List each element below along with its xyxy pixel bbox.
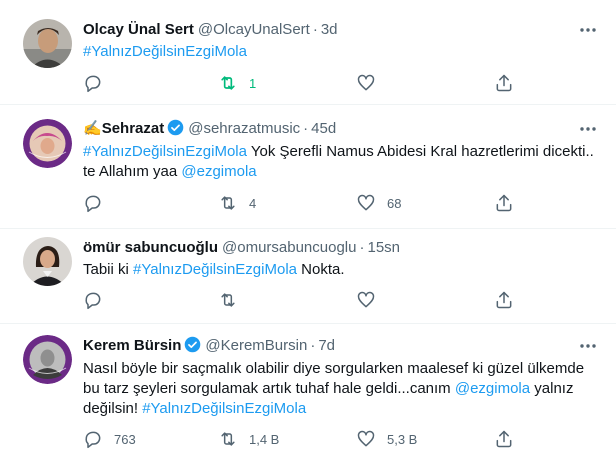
separator-dot: · [312, 21, 318, 38]
share-icon [496, 74, 512, 92]
author-name[interactable]: ömür sabuncuoğlu [83, 239, 218, 256]
hashtag-link[interactable]: #YalnızDeğilsinEzgiMola [133, 261, 297, 278]
separator-dot: · [310, 337, 316, 354]
share-button[interactable] [494, 73, 514, 93]
tweet-header: Kerem Bürsin @KeremBursin · 7d [83, 336, 335, 356]
hashtag-link[interactable]: #YalnızDeğilsinEzgiMola [83, 43, 247, 60]
retweet-icon [221, 432, 235, 446]
like-count: 5,3 B [387, 431, 418, 447]
reply-button[interactable] [83, 73, 114, 93]
like-count: 68 [387, 195, 402, 211]
like-button[interactable] [356, 290, 387, 310]
tweet-text: #YalnızDeğilsinEzgiMola [83, 42, 603, 62]
retweet-count: 4 [249, 195, 257, 211]
author-name[interactable]: Olcay Ünal Sert [83, 21, 194, 38]
verified-badge-icon [167, 119, 184, 142]
writing-hand-emoji: ✍️ [83, 120, 102, 137]
tweet-actions: 1 [83, 73, 543, 93]
author-handle[interactable]: @KeremBursin [205, 337, 307, 354]
tweet-time[interactable]: 45d [311, 120, 336, 137]
retweet-button[interactable]: 1,4 B [218, 429, 279, 449]
reply-icon [85, 195, 101, 213]
tweet[interactable]: ömür sabuncuoğlu @omursabuncuoglu · 15sn Ta… [0, 229, 616, 324]
share-button[interactable] [494, 429, 514, 449]
tweet-header: ömür sabuncuoğlu @omursabuncuoglu · 15sn [83, 238, 400, 258]
retweet-icon [221, 76, 235, 90]
avatar[interactable] [23, 119, 72, 168]
retweet-button[interactable]: 1 [218, 73, 256, 93]
separator-dot: · [359, 239, 365, 256]
author-handle[interactable]: @omursabuncuoglu [222, 239, 356, 256]
tweet-header: Olcay Ünal Sert @OlcayUnalSert · 3d [83, 20, 338, 40]
tweet[interactable]: Kerem Bürsin @KeremBursin · 7d Nasıl böyle … [0, 324, 616, 471]
like-button[interactable] [356, 73, 387, 93]
tweet-time[interactable]: 15sn [367, 239, 400, 256]
share-button[interactable] [494, 290, 514, 310]
reply-icon [85, 75, 101, 93]
reply-button[interactable] [83, 290, 114, 310]
more-options-icon[interactable] [578, 336, 598, 356]
separator-dot: · [303, 120, 309, 137]
author-handle[interactable]: @OlcayUnalSert [198, 21, 310, 38]
tweet-time[interactable]: 7d [318, 337, 335, 354]
tweet-text: Nasıl böyle bir saçmalık olabilir diye s… [83, 359, 603, 419]
hashtag-link[interactable]: #YalnızDeğilsinEzgiMola [83, 143, 247, 160]
verified-badge-icon [184, 336, 201, 359]
retweet-icon [221, 293, 235, 307]
share-icon [496, 291, 512, 309]
heart-icon [357, 74, 375, 91]
retweet-count: 1,4 B [249, 431, 280, 447]
hashtag-link[interactable]: #YalnızDeğilsinEzgiMola [142, 400, 306, 417]
tweet-actions: 4 68 [83, 193, 543, 213]
like-button[interactable]: 68 [356, 193, 401, 213]
tweet-text: #YalnızDeğilsinEzgiMola Yok Şerefli Namu… [83, 142, 603, 182]
retweet-button[interactable] [218, 290, 249, 310]
share-icon [496, 430, 512, 448]
reply-icon [85, 292, 101, 310]
reply-button[interactable]: 763 [83, 429, 136, 449]
tweet-actions: 763 1,4 B 5,3 B [83, 429, 543, 449]
heart-icon [357, 430, 375, 447]
like-button[interactable]: 5,3 B [356, 429, 417, 449]
more-options-icon[interactable] [578, 20, 598, 40]
tweet-actions [83, 290, 543, 310]
reply-button[interactable] [83, 193, 114, 213]
share-icon [496, 194, 512, 212]
tweet-text-segment: Nokta. [297, 261, 345, 278]
tweet-feed: Olcay Ünal Sert @OlcayUnalSert · 3d #Yalnız… [0, 0, 616, 471]
tweet-text-segment: Tabii ki [83, 261, 134, 278]
reply-icon [85, 431, 101, 449]
mention-link[interactable]: @ezgimola [455, 380, 530, 397]
more-options-icon[interactable] [578, 119, 598, 139]
tweet[interactable]: ✍️Sehrazat @sehrazatmusic · 45d #YalnızDeği… [0, 105, 616, 229]
tweet-text: Tabii ki #YalnızDeğilsinEzgiMola Nokta. [83, 260, 603, 280]
avatar[interactable] [23, 335, 72, 384]
share-button[interactable] [494, 193, 514, 213]
tweet[interactable]: Olcay Ünal Sert @OlcayUnalSert · 3d #Yalnız… [0, 0, 616, 105]
retweet-icon [221, 196, 235, 210]
heart-icon [357, 194, 375, 211]
tweet-time[interactable]: 3d [321, 21, 338, 38]
avatar[interactable] [23, 237, 72, 286]
retweet-count: 1 [249, 75, 257, 91]
author-name[interactable]: Kerem Bürsin [83, 337, 181, 354]
author-handle[interactable]: @sehrazatmusic [188, 120, 300, 137]
mention-link[interactable]: @ezgimola [181, 163, 256, 180]
heart-icon [357, 291, 375, 308]
reply-count: 763 [114, 431, 136, 447]
tweet-header: ✍️Sehrazat @sehrazatmusic · 45d [83, 119, 336, 139]
retweet-button[interactable]: 4 [218, 193, 256, 213]
author-name[interactable]: ✍️Sehrazat [83, 120, 164, 137]
avatar[interactable] [23, 19, 72, 68]
